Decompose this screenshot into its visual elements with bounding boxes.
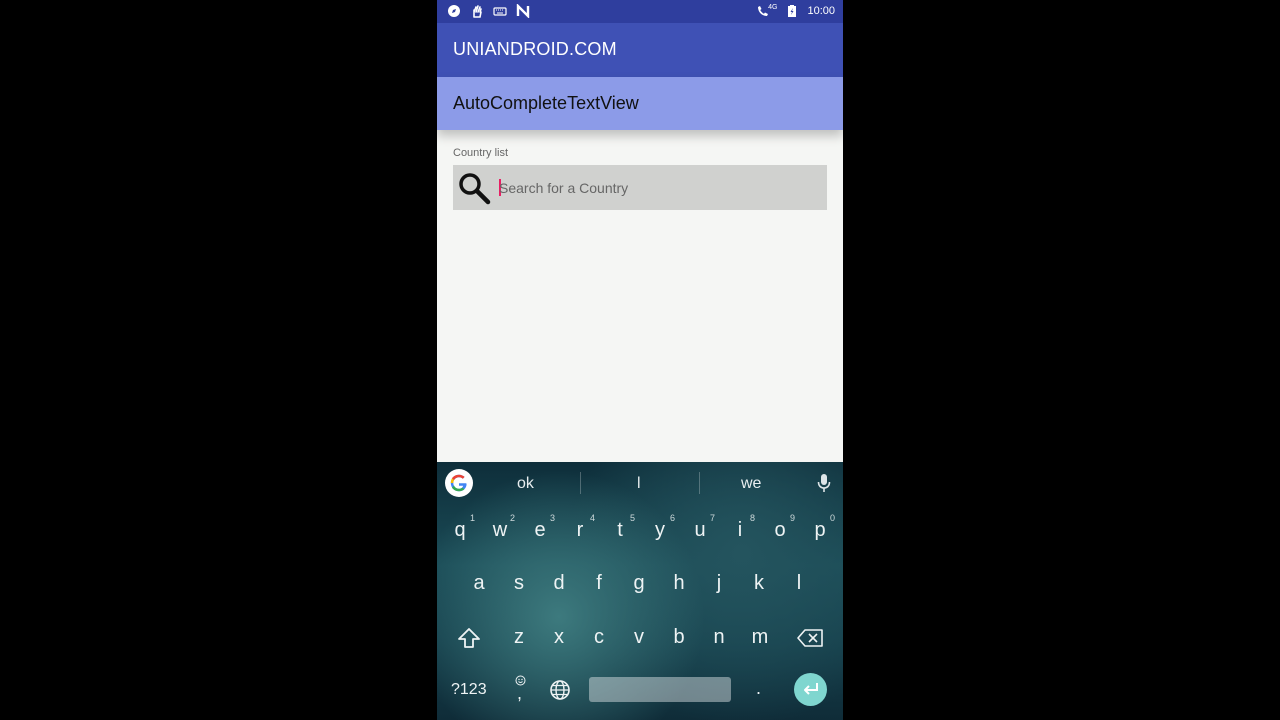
status-bar: 4G 10:00	[437, 0, 843, 23]
country-search-input[interactable]	[499, 165, 819, 210]
emoji-comma-key[interactable]: ,	[514, 673, 528, 703]
suggestion-we[interactable]: we	[741, 475, 761, 493]
n-notification-icon	[516, 4, 530, 18]
key-l[interactable]: l	[781, 572, 817, 595]
enter-button[interactable]	[794, 673, 827, 706]
symbols-key[interactable]: ?123	[451, 681, 487, 699]
key-hint: 9	[790, 513, 796, 523]
hand-notification-icon	[473, 5, 482, 18]
backspace-icon[interactable]	[797, 629, 823, 647]
key-j[interactable]: j	[701, 572, 737, 595]
suggestion-ok[interactable]: ok	[517, 475, 534, 493]
google-search-button[interactable]	[445, 469, 473, 497]
country-search-box[interactable]	[453, 165, 827, 210]
comma-label: ,	[517, 683, 523, 703]
key-hint: 4	[590, 513, 596, 523]
key-hint: 6	[670, 513, 676, 523]
soft-keyboard: ok l we q w e r t y u i o p 1 2 3 4 5 6 …	[437, 462, 843, 720]
key-c[interactable]: c	[581, 626, 617, 649]
key-s[interactable]: s	[501, 572, 537, 595]
microphone-icon[interactable]	[815, 472, 833, 494]
sub-toolbar: AutoCompleteTextView	[437, 77, 843, 130]
key-hint: 2	[510, 513, 516, 523]
key-f[interactable]: f	[581, 572, 617, 595]
key-a[interactable]: a	[461, 572, 497, 595]
key-d[interactable]: d	[541, 572, 577, 595]
suggestion-l[interactable]: l	[637, 475, 641, 493]
country-list-label: Country list	[453, 147, 509, 159]
space-bar[interactable]	[589, 677, 731, 702]
suggestion-divider	[699, 472, 700, 494]
key-m[interactable]: m	[742, 626, 778, 649]
suggestion-strip: ok l we	[437, 462, 843, 504]
shift-icon[interactable]	[457, 627, 481, 649]
key-hint: 0	[830, 513, 836, 523]
keyboard-notification-icon	[493, 7, 507, 16]
app-bar: UNIANDROID.COM	[437, 23, 843, 77]
key-b[interactable]: b	[661, 626, 697, 649]
key-g[interactable]: g	[621, 572, 657, 595]
enter-arrow-icon	[804, 683, 818, 695]
key-hint: 1	[470, 513, 476, 523]
key-hint: 3	[550, 513, 556, 523]
google-g-icon	[450, 474, 467, 492]
network-type-label: 4G	[768, 3, 778, 11]
clock: 10:00	[807, 5, 835, 17]
period-key[interactable]: .	[756, 678, 761, 699]
key-hint: 8	[750, 513, 756, 523]
key-v[interactable]: v	[621, 626, 657, 649]
key-hint: 7	[710, 513, 716, 523]
key-h[interactable]: h	[661, 572, 697, 595]
key-n[interactable]: n	[701, 626, 737, 649]
key-x[interactable]: x	[541, 626, 577, 649]
globe-icon[interactable]	[549, 679, 571, 701]
app-title: UNIANDROID.COM	[453, 39, 617, 59]
key-hint: 5	[630, 513, 636, 523]
key-k[interactable]: k	[741, 572, 777, 595]
phone-screen: 4G 10:00 UNIANDROID.COM AutoCompleteText…	[437, 0, 843, 720]
search-icon	[459, 173, 491, 205]
key-z[interactable]: z	[501, 626, 537, 649]
sub-toolbar-title: AutoCompleteTextView	[453, 93, 639, 113]
compass-notification-icon	[448, 5, 460, 17]
battery-charging-icon	[788, 5, 797, 17]
suggestion-divider	[580, 472, 581, 494]
